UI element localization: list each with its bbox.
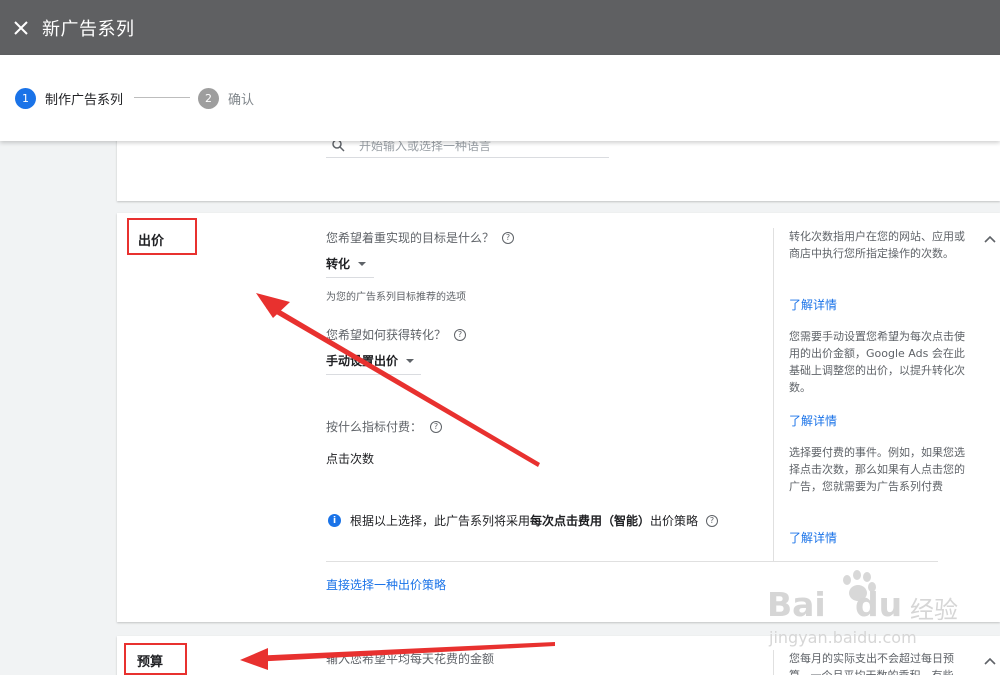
goal-hint: 为您的广告系列目标推荐的选项	[326, 292, 466, 303]
goal-question-text: 您希望着重实现的目标是什么？	[326, 231, 495, 245]
help-icon[interactable]: ?	[454, 328, 467, 341]
goal-dropdown[interactable]: 转化	[326, 255, 367, 272]
watermark-brand-2: du	[855, 585, 903, 624]
help-icon[interactable]: ?	[502, 231, 515, 244]
step-number: 1	[15, 88, 36, 109]
how-question-text: 您希望如何获得转化？	[326, 328, 447, 342]
bid-strategy-value: 手动设置出价	[326, 354, 399, 368]
side-help-text: 您需要手动设置您希望为每次点击使用的出价金额，Google Ads 会在此基础上…	[789, 330, 965, 394]
info-strategy: 每次点击费用（智能）	[530, 514, 651, 528]
bid-strategy-dropdown[interactable]: 手动设置出价	[326, 352, 415, 369]
watermark-url: jingyan.baidu.com	[769, 628, 917, 647]
budget-question: 输入您希望平均每天花费的金额	[326, 652, 495, 666]
step-connector	[134, 97, 190, 98]
chevron-down-icon	[406, 358, 415, 363]
step-create-campaign[interactable]: 1 制作广告系列	[15, 88, 123, 109]
learn-more-link[interactable]: 了解详情	[789, 296, 837, 313]
pay-question-text: 按什么指标付费：	[326, 420, 423, 434]
goal-dropdown-value: 转化	[326, 257, 351, 271]
step-label: 确认	[228, 93, 255, 108]
watermark-jingyan: 经验	[910, 596, 958, 624]
chevron-up-icon[interactable]	[983, 655, 997, 669]
bidding-divider	[326, 561, 938, 562]
baidu-watermark: Bai du 经验 jingyan.baidu.com	[767, 570, 977, 660]
chevron-up-icon[interactable]	[983, 233, 997, 247]
pay-value: 点击次数	[326, 452, 375, 466]
annotation-box-budget	[124, 643, 187, 675]
direct-strategy-link[interactable]: 直接选择一种出价策略	[326, 576, 446, 593]
strategy-info: i 根据以上选择，此广告系列将采用 每次点击费用（智能） 出价策略 ?	[328, 512, 719, 529]
step-label: 制作广告系列	[45, 93, 124, 108]
app-bar: 新广告系列	[0, 0, 1000, 55]
stepper: 1 制作广告系列 2 确认	[0, 55, 1000, 141]
page-title: 新广告系列	[42, 18, 135, 40]
annotation-box-bid	[127, 218, 197, 255]
goal-question: 您希望着重实现的目标是什么？ ?	[326, 229, 515, 246]
help-icon[interactable]: ?	[706, 514, 719, 527]
how-question: 您希望如何获得转化？ ?	[326, 326, 467, 343]
step-confirm[interactable]: 2 确认	[198, 88, 254, 109]
watermark-brand: Bai	[767, 585, 826, 624]
side-help-text: 选择要付费的事件。例如，如果您选择点击次数，那么如果有人点击您的广告，您就需要为…	[789, 446, 965, 493]
pay-question: 按什么指标付费： ?	[326, 418, 443, 435]
info-prefix: 根据以上选择，此广告系列将采用	[350, 514, 531, 528]
side-help-text: 转化次数指用户在您的网站、应用或商店中执行您所指定操作的次数。	[789, 230, 965, 260]
learn-more-link[interactable]: 了解详情	[789, 529, 837, 546]
bid-strategy-underline	[326, 374, 421, 375]
help-icon[interactable]: ?	[430, 420, 443, 433]
step-number: 2	[198, 88, 219, 109]
goal-dropdown-underline	[326, 277, 374, 278]
info-suffix: 出价策略	[650, 514, 699, 528]
info-icon: i	[328, 514, 341, 527]
close-icon[interactable]	[0, 0, 42, 55]
side-divider	[773, 228, 774, 561]
learn-more-link[interactable]: 了解详情	[789, 412, 837, 429]
chevron-down-icon	[358, 261, 367, 266]
left-gutter	[0, 141, 117, 675]
